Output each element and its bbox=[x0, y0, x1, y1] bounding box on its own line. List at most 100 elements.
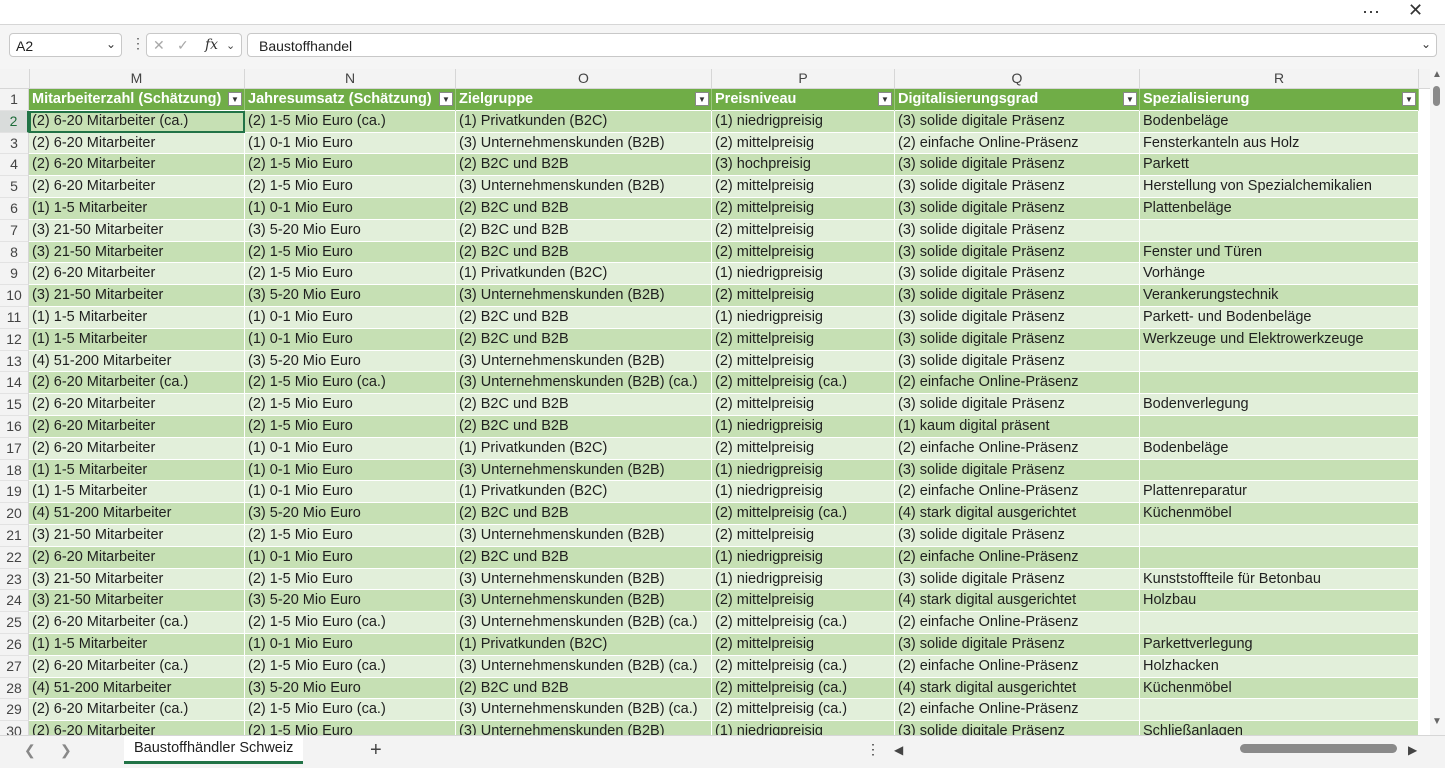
table-cell[interactable]: (2) B2C und B2B bbox=[456, 503, 712, 525]
table-cell[interactable]: (2) mittelpreisig bbox=[712, 241, 895, 264]
scroll-left-icon[interactable]: ◀ bbox=[894, 743, 903, 757]
row-header[interactable]: 26 bbox=[0, 633, 29, 656]
row-header[interactable]: 6 bbox=[0, 197, 29, 220]
row-header[interactable]: 10 bbox=[0, 285, 29, 307]
table-cell[interactable]: (2) 6-20 Mitarbeiter bbox=[29, 437, 245, 460]
table-cell[interactable]: (2) mittelpreisig bbox=[712, 176, 895, 198]
table-cell[interactable]: (1) 1-5 Mitarbeiter bbox=[29, 197, 245, 220]
filter-dropdown-icon[interactable]: ▼ bbox=[1123, 92, 1137, 106]
table-cell[interactable]: Fenster und Türen bbox=[1140, 241, 1419, 264]
column-header-o[interactable]: O bbox=[456, 69, 712, 88]
table-cell[interactable]: (1) niedrigpreisig bbox=[712, 306, 895, 329]
table-cell[interactable]: (3) Unternehmenskunden (B2B) bbox=[456, 524, 712, 547]
more-options-icon[interactable]: ⋯ bbox=[1362, 2, 1381, 23]
row-header[interactable]: 19 bbox=[0, 481, 29, 504]
table-cell[interactable]: (3) solide digitale Präsenz bbox=[895, 633, 1140, 656]
table-cell[interactable]: (2) 6-20 Mitarbeiter bbox=[29, 176, 245, 198]
table-cell[interactable]: (3) Unternehmenskunden (B2B) bbox=[456, 132, 712, 155]
table-cell[interactable]: (3) solide digitale Präsenz bbox=[895, 197, 1140, 220]
table-cell[interactable]: (2) mittelpreisig (ca.) bbox=[712, 655, 895, 678]
table-cell[interactable]: Fensterkanteln aus Holz bbox=[1140, 132, 1419, 155]
table-cell[interactable]: (2) 1-5 Mio Euro bbox=[245, 176, 456, 198]
table-cell[interactable]: (1) 0-1 Mio Euro bbox=[245, 328, 456, 351]
table-cell[interactable]: (3) 5-20 Mio Euro bbox=[245, 503, 456, 525]
table-cell[interactable]: Küchenmöbel bbox=[1140, 503, 1419, 525]
table-cell[interactable]: (2) einfache Online-Präsenz bbox=[895, 612, 1140, 634]
row-header[interactable]: 17 bbox=[0, 437, 29, 460]
table-cell[interactable]: (2) mittelpreisig bbox=[712, 197, 895, 220]
table-cell[interactable]: Parkett- und Bodenbeläge bbox=[1140, 306, 1419, 329]
row-header[interactable]: 18 bbox=[0, 459, 29, 482]
table-cell[interactable]: (3) 5-20 Mio Euro bbox=[245, 219, 456, 242]
cancel-icon[interactable]: ✕ bbox=[153, 37, 165, 54]
table-cell[interactable]: (3) 21-50 Mitarbeiter bbox=[29, 590, 245, 613]
table-cell[interactable] bbox=[1140, 612, 1419, 634]
table-cell[interactable]: (2) B2C und B2B bbox=[456, 677, 712, 700]
table-cell[interactable]: (2) 1-5 Mio Euro bbox=[245, 394, 456, 416]
table-cell[interactable]: (3) solide digitale Präsenz bbox=[895, 241, 1140, 264]
row-header[interactable]: 4 bbox=[0, 154, 29, 177]
row-header[interactable]: 3 bbox=[0, 132, 29, 155]
table-cell[interactable]: (2) einfache Online-Präsenz bbox=[895, 132, 1140, 155]
table-cell[interactable]: (3) 21-50 Mitarbeiter bbox=[29, 285, 245, 307]
table-cell[interactable]: (1) 1-5 Mitarbeiter bbox=[29, 459, 245, 482]
table-cell[interactable]: (3) solide digitale Präsenz bbox=[895, 568, 1140, 591]
table-cell[interactable]: (3) solide digitale Präsenz bbox=[895, 154, 1140, 177]
table-cell[interactable]: (1) kaum digital präsent bbox=[895, 415, 1140, 438]
row-header[interactable]: 5 bbox=[0, 176, 29, 198]
table-cell[interactable]: (1) niedrigpreisig bbox=[712, 481, 895, 504]
column-header-r[interactable]: R bbox=[1140, 69, 1419, 88]
table-cell[interactable]: (2) 6-20 Mitarbeiter bbox=[29, 415, 245, 438]
table-cell[interactable]: (3) Unternehmenskunden (B2B) bbox=[456, 285, 712, 307]
table-cell[interactable]: Werkzeuge und Elektrowerkzeuge bbox=[1140, 328, 1419, 351]
table-cell[interactable]: (1) 0-1 Mio Euro bbox=[245, 437, 456, 460]
table-cell[interactable]: (3) Unternehmenskunden (B2B) bbox=[456, 176, 712, 198]
table-cell[interactable]: (2) mittelpreisig bbox=[712, 350, 895, 373]
table-cell[interactable]: (2) 1-5 Mio Euro (ca.) bbox=[245, 655, 456, 678]
table-cell[interactable]: (2) mittelpreisig (ca.) bbox=[712, 372, 895, 395]
chevron-down-icon[interactable]: ⌄ bbox=[106, 37, 116, 51]
table-cell[interactable]: Schließanlagen bbox=[1140, 721, 1419, 735]
sheet-tab-active[interactable]: Baustoffhändler Schweiz bbox=[124, 736, 304, 764]
add-sheet-icon[interactable]: + bbox=[370, 739, 382, 762]
table-cell[interactable]: (3) 21-50 Mitarbeiter bbox=[29, 568, 245, 591]
table-cell[interactable]: (2) 1-5 Mio Euro bbox=[245, 415, 456, 438]
row-header[interactable]: 8 bbox=[0, 241, 29, 264]
table-cell[interactable]: (3) solide digitale Präsenz bbox=[895, 524, 1140, 547]
table-cell[interactable]: (3) solide digitale Präsenz bbox=[895, 263, 1140, 286]
table-cell[interactable]: (3) 21-50 Mitarbeiter bbox=[29, 219, 245, 242]
table-cell[interactable]: (1) niedrigpreisig bbox=[712, 263, 895, 286]
table-cell[interactable]: (1) niedrigpreisig bbox=[712, 110, 895, 133]
table-cell[interactable]: (3) solide digitale Präsenz bbox=[895, 328, 1140, 351]
row-header[interactable]: 16 bbox=[0, 415, 29, 438]
table-cell[interactable]: Herstellung von Spezialchemikalien bbox=[1140, 176, 1419, 198]
table-cell[interactable]: Verankerungstechnik bbox=[1140, 285, 1419, 307]
table-cell[interactable]: (3) hochpreisig bbox=[712, 154, 895, 177]
row-header[interactable]: 28 bbox=[0, 677, 29, 700]
table-cell[interactable]: (2) B2C und B2B bbox=[456, 328, 712, 351]
table-cell[interactable]: Parkettverlegung bbox=[1140, 633, 1419, 656]
table-cell[interactable] bbox=[1140, 415, 1419, 438]
table-cell[interactable]: (1) 0-1 Mio Euro bbox=[245, 633, 456, 656]
table-cell[interactable]: (4) 51-200 Mitarbeiter bbox=[29, 677, 245, 700]
expand-formula-icon[interactable]: ⌄ bbox=[1421, 37, 1431, 51]
table-cell[interactable]: (2) einfache Online-Präsenz bbox=[895, 481, 1140, 504]
horizontal-scroll-thumb[interactable] bbox=[1240, 744, 1397, 753]
filter-dropdown-icon[interactable]: ▼ bbox=[695, 92, 709, 106]
scroll-down-icon[interactable]: ▼ bbox=[1432, 716, 1442, 727]
table-cell[interactable]: Bodenbeläge bbox=[1140, 110, 1419, 133]
table-cell[interactable]: (3) Unternehmenskunden (B2B) (ca.) bbox=[456, 699, 712, 722]
table-cell[interactable]: (2) 6-20 Mitarbeiter bbox=[29, 546, 245, 569]
next-sheet-icon[interactable]: ❯ bbox=[60, 742, 72, 759]
row-header[interactable]: 23 bbox=[0, 568, 29, 591]
table-cell[interactable]: (3) solide digitale Präsenz bbox=[895, 110, 1140, 133]
row-header[interactable]: 14 bbox=[0, 372, 29, 395]
name-box[interactable]: A2 ⌄ bbox=[9, 33, 122, 57]
table-cell[interactable]: (2) 6-20 Mitarbeiter (ca.) bbox=[29, 655, 245, 678]
table-cell[interactable]: (2) B2C und B2B bbox=[456, 394, 712, 416]
vertical-scrollbar[interactable]: ▲ ▼ bbox=[1430, 69, 1445, 735]
table-cell[interactable]: (2) einfache Online-Präsenz bbox=[895, 437, 1140, 460]
chevron-down-icon[interactable]: ⌄ bbox=[226, 39, 235, 52]
table-cell[interactable]: (3) 5-20 Mio Euro bbox=[245, 285, 456, 307]
filter-dropdown-icon[interactable]: ▼ bbox=[228, 92, 242, 106]
